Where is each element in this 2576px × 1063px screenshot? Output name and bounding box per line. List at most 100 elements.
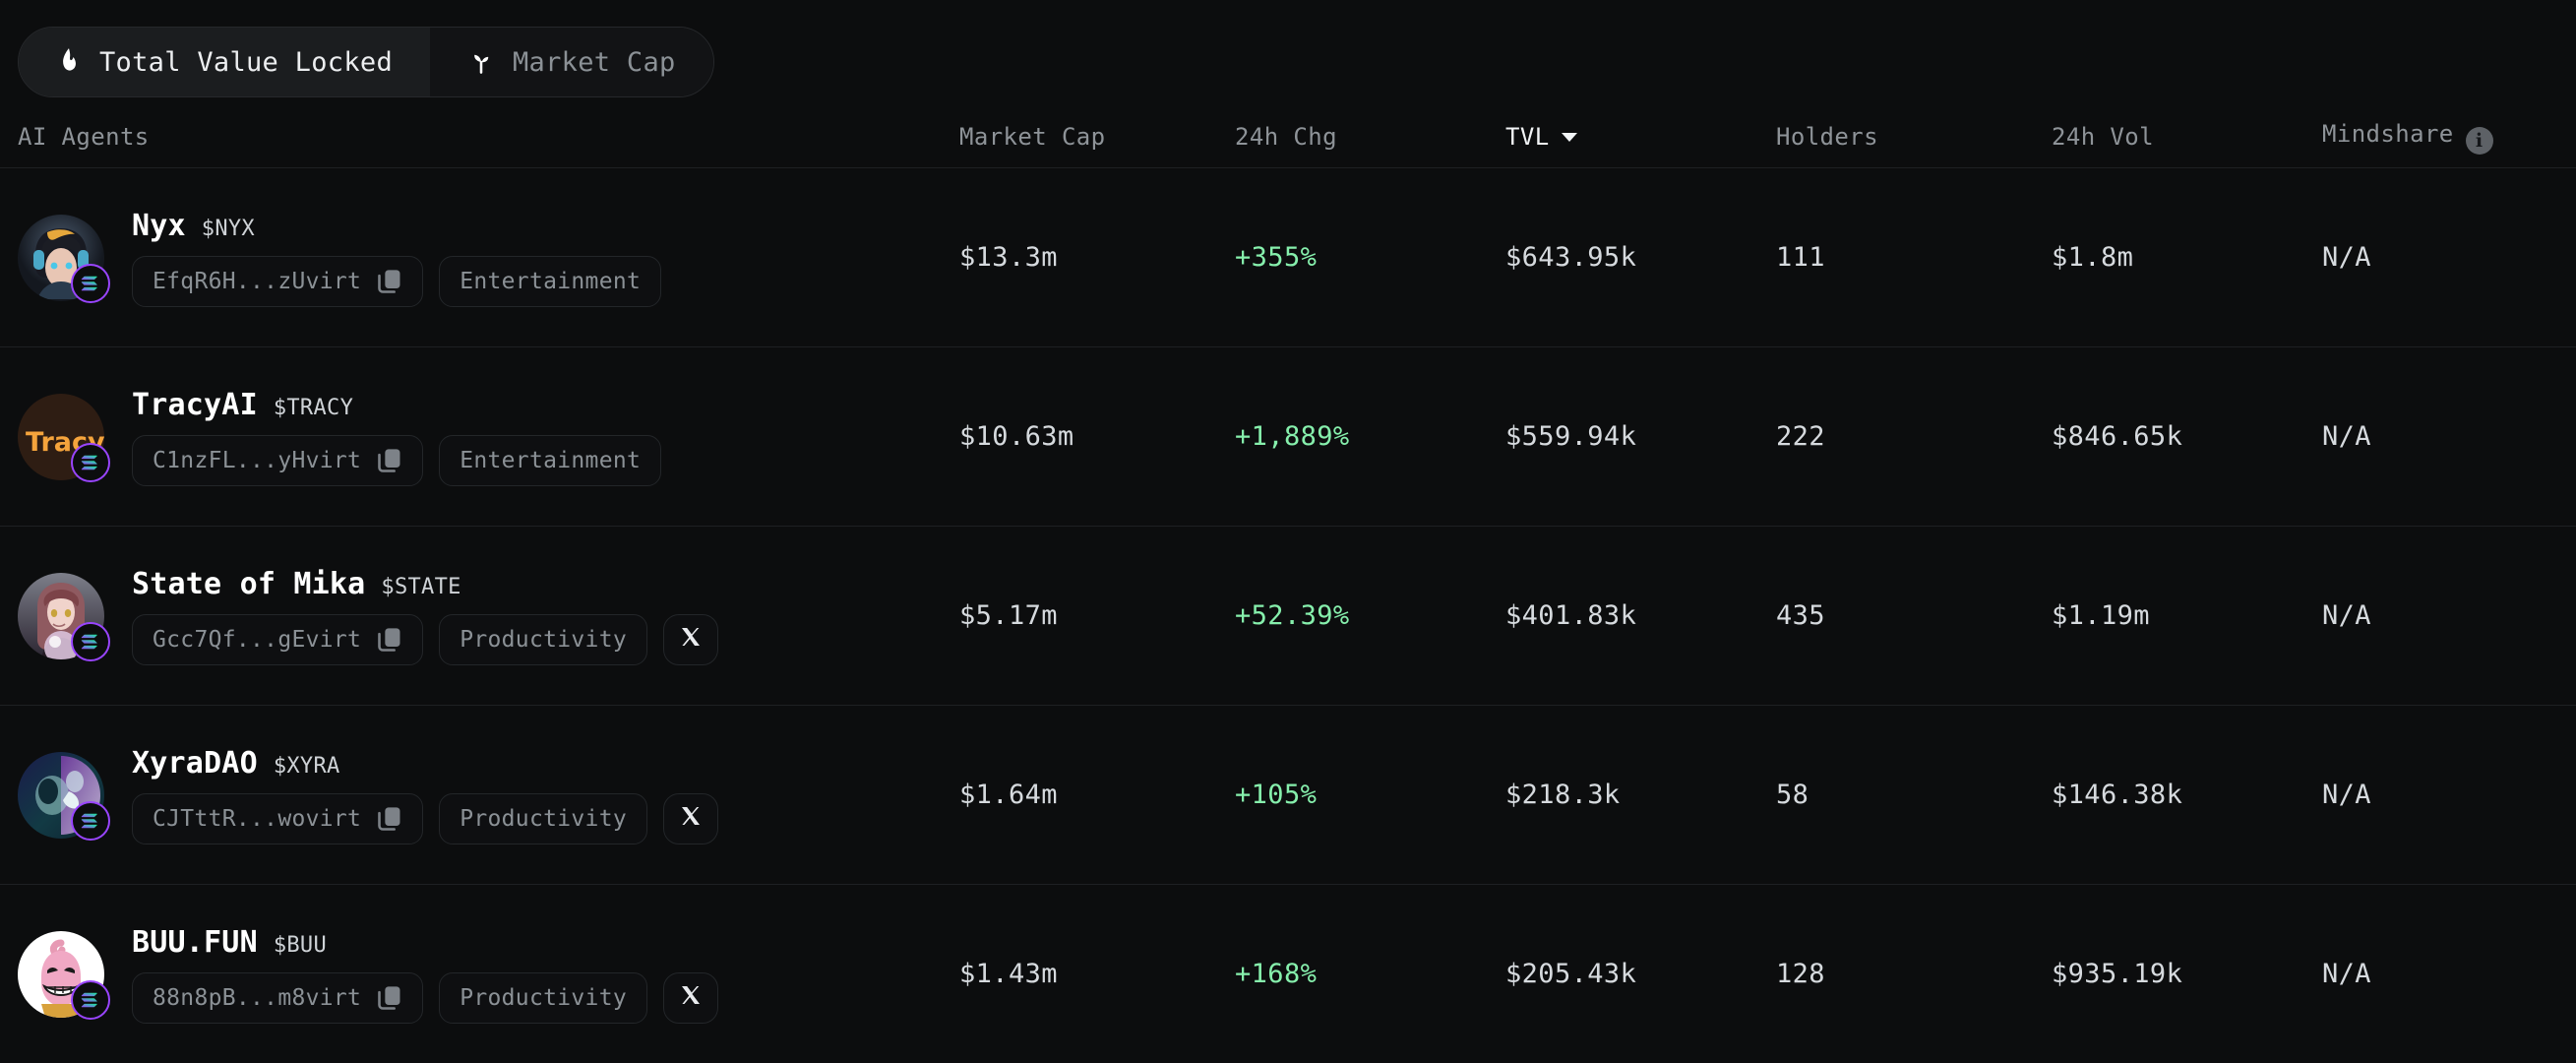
cell-24h-chg: +105% [1235,780,1318,810]
copy-address-chip[interactable]: CJTttR...wovirt [132,792,424,844]
copy-address-chip[interactable]: 88n8pB...m8virt [132,971,424,1024]
tab-market-cap[interactable]: Market Cap [430,28,713,96]
cell-market-cap: $10.63m [959,421,1074,452]
table-row[interactable]: XyraDAO $XYRA CJTttR...wovirt Productivi… [0,705,2576,884]
category-chip[interactable]: Productivity [439,613,647,665]
cell-market-cap: $5.17m [959,600,1058,631]
agent-address: Gcc7Qf...gEvirt [153,626,362,653]
cell-mindshare: N/A [2322,600,2371,631]
cell-holders: 58 [1776,780,1809,810]
chevron-down-icon [1561,133,1577,142]
category-chip[interactable]: Entertainment [439,434,662,486]
copy-address-chip[interactable]: Gcc7Qf...gEvirt [132,613,424,665]
cell-tvl: $559.94k [1505,421,1637,452]
cell-holders: 128 [1776,959,1825,989]
cell-tvl: $205.43k [1505,959,1637,989]
cell-holders: 435 [1776,600,1825,631]
copy-address-chip[interactable]: EfqR6H...zUvirt [132,255,424,307]
column-header-market-cap[interactable]: Market Cap [959,123,1235,151]
category-label: Productivity [460,984,627,1011]
cell-mindshare: N/A [2322,421,2371,452]
copy-icon[interactable] [377,268,402,295]
cell-market-cap: $1.43m [959,959,1058,989]
agent-ticker: $NYX [201,216,255,241]
avatar[interactable] [18,751,110,841]
x-link-button[interactable] [663,971,718,1024]
category-chip[interactable]: Productivity [439,792,647,844]
table-row[interactable]: BUU.FUN $BUU 88n8pB...m8virt Productivit… [0,884,2576,1063]
cell-24h-chg: +355% [1235,242,1318,273]
agent-name[interactable]: Nyx [132,209,186,243]
solana-chain-icon [71,621,110,661]
avatar[interactable]: Tracy [18,393,110,482]
cell-tvl: $218.3k [1505,780,1621,810]
agent-ticker: $BUU [273,932,328,958]
category-label: Productivity [460,805,627,832]
cell-holders: 222 [1776,421,1825,452]
agent-address: C1nzFL...yHvirt [153,447,362,473]
solana-chain-icon [71,800,110,841]
column-header-24h-chg[interactable]: 24h Chg [1235,123,1505,151]
copy-icon[interactable] [377,984,402,1012]
flame-icon [56,47,82,77]
x-icon [679,804,703,834]
x-icon [679,625,703,655]
cell-24h-vol: $1.19m [2052,600,2150,631]
cell-24h-chg: +168% [1235,959,1318,989]
category-label: Productivity [460,626,627,653]
cell-tvl: $643.95k [1505,242,1637,273]
agent-address: 88n8pB...m8virt [153,984,362,1011]
table-body: Nyx $NYX EfqR6H...zUvirt Entertainment $… [0,167,2576,1063]
agent-name[interactable]: BUU.FUN [132,925,258,960]
info-icon[interactable]: i [2465,126,2493,155]
category-chip[interactable]: Productivity [439,971,647,1024]
table-row[interactable]: Nyx $NYX EfqR6H...zUvirt Entertainment $… [0,167,2576,346]
x-link-button[interactable] [663,613,718,665]
column-header-tvl[interactable]: TVL [1505,123,1776,151]
copy-address-chip[interactable]: C1nzFL...yHvirt [132,434,424,486]
avatar[interactable] [18,214,110,303]
cell-24h-vol: $935.19k [2052,959,2183,989]
copy-icon[interactable] [377,447,402,474]
table-header-row: AI Agents Market Cap 24h Chg TVL Holders… [0,106,2576,167]
solana-chain-icon [71,979,110,1020]
table-row[interactable]: State of Mika $STATE Gcc7Qf...gEvirt Pro… [0,526,2576,705]
cell-mindshare: N/A [2322,959,2371,989]
avatar[interactable] [18,930,110,1020]
category-chip[interactable]: Entertainment [439,255,662,307]
category-label: Entertainment [460,268,642,294]
column-header-24h-vol[interactable]: 24h Vol [2052,123,2322,151]
agent-name[interactable]: XyraDAO [132,746,258,781]
sprout-icon [467,48,495,76]
agent-name[interactable]: State of Mika [132,567,365,601]
tab-total-value-locked-label: Total Value Locked [99,46,393,78]
cell-mindshare: N/A [2322,242,2371,273]
solana-chain-icon [71,442,110,482]
cell-24h-vol: $1.8m [2052,242,2134,273]
cell-mindshare: N/A [2322,780,2371,810]
solana-chain-icon [71,263,110,303]
column-header-holders[interactable]: Holders [1776,123,2052,151]
cell-market-cap: $13.3m [959,242,1058,273]
column-header-ai-agents[interactable]: AI Agents [0,123,959,151]
metric-toggle-group[interactable]: Total Value Locked Market Cap [18,27,714,97]
cell-24h-vol: $846.65k [2052,421,2183,452]
cell-24h-vol: $146.38k [2052,780,2183,810]
avatar[interactable] [18,572,110,661]
x-link-button[interactable] [663,792,718,844]
table-row[interactable]: Tracy TracyAI $TRACY C1nzFL...yHvirt Ent… [0,346,2576,526]
agent-ticker: $STATE [381,574,461,599]
copy-icon[interactable] [377,626,402,654]
column-header-mindshare[interactable]: Mindshare i [2322,120,2576,155]
copy-icon[interactable] [377,805,402,833]
agent-ticker: $XYRA [273,753,340,779]
column-header-tvl-label: TVL [1505,123,1550,151]
cell-24h-chg: +1,889% [1235,421,1350,452]
cell-holders: 111 [1776,242,1825,273]
tab-total-value-locked[interactable]: Total Value Locked [19,28,430,96]
tab-market-cap-label: Market Cap [513,46,676,78]
x-icon [679,983,703,1013]
agent-address: EfqR6H...zUvirt [153,268,362,294]
agent-name[interactable]: TracyAI [132,388,258,422]
agent-ticker: $TRACY [273,395,354,420]
